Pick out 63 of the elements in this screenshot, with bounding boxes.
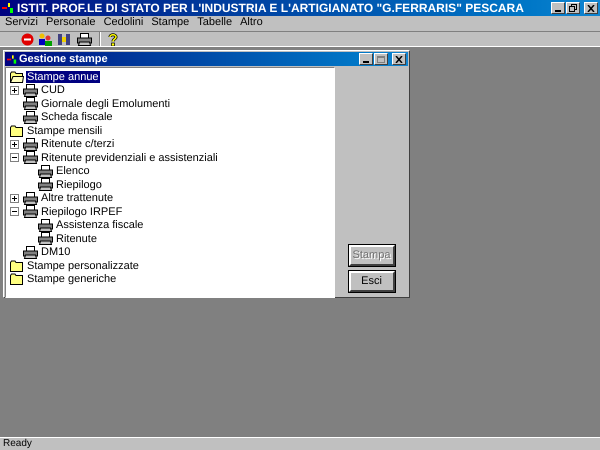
printer-icon: [38, 178, 53, 192]
minimize-button[interactable]: [359, 53, 373, 65]
collapse-icon[interactable]: [10, 153, 19, 162]
open-folder-icon: [10, 70, 24, 83]
minimize-button[interactable]: [551, 2, 565, 14]
printer-icon: [23, 97, 38, 110]
folder-icon: [10, 124, 24, 137]
printer-icon: [38, 164, 53, 178]
close-button[interactable]: [392, 53, 406, 65]
window-title: Gestione stampe: [19, 52, 109, 67]
tree-item[interactable]: Ritenute c/terzi: [40, 138, 116, 150]
tree-item[interactable]: Stampe personalizzate: [26, 260, 140, 272]
maximize-button[interactable]: [374, 53, 388, 65]
expand-icon[interactable]: [10, 194, 19, 203]
tree-item[interactable]: Altre trattenute: [40, 192, 114, 204]
stop-icon[interactable]: [21, 32, 34, 46]
menu-item[interactable]: Tabelle: [197, 17, 232, 28]
folder-icon: [10, 273, 24, 286]
action-button[interactable]: Esci: [348, 271, 394, 292]
printer-icon: [38, 218, 53, 232]
printer-icon: [23, 138, 38, 151]
people-icon[interactable]: [38, 32, 53, 46]
tree-item[interactable]: Ritenute: [55, 232, 98, 245]
tree-item[interactable]: Stampe generiche: [26, 273, 118, 286]
help-icon[interactable]: [108, 32, 118, 46]
tree-item[interactable]: Stampe mensili: [26, 124, 104, 137]
close-icon: [587, 4, 595, 12]
folder-icon: [10, 260, 24, 272]
tree-item[interactable]: Elenco: [55, 165, 91, 178]
printer-icon: [23, 151, 38, 164]
expand-icon[interactable]: [10, 140, 19, 149]
printer-icon: [23, 110, 38, 124]
printer-icon: [23, 192, 38, 205]
expand-icon[interactable]: [10, 86, 19, 95]
restore-button[interactable]: [566, 2, 580, 14]
tree-item[interactable]: DM10: [40, 246, 72, 258]
tree-item[interactable]: Assistenza fiscale: [55, 219, 144, 232]
printer-icon: [23, 246, 38, 259]
close-icon: [395, 56, 403, 62]
tree-item[interactable]: Riepilogo: [55, 178, 103, 191]
menu-item[interactable]: Servizi: [5, 17, 38, 28]
menu-item[interactable]: Personale: [46, 17, 96, 28]
tree-item[interactable]: Stampe annue: [26, 70, 100, 83]
printer-icon: [23, 205, 38, 218]
menu-item[interactable]: Stampe: [151, 17, 190, 28]
close-button[interactable]: [584, 2, 598, 14]
collapse-icon[interactable]: [10, 207, 19, 216]
printer-icon: [38, 232, 53, 246]
app-icon: [2, 3, 14, 13]
menu-item[interactable]: Cedolini: [104, 17, 144, 28]
restore-icon: [569, 4, 577, 12]
tree-item[interactable]: Scheda fiscale: [40, 111, 114, 124]
tree-item[interactable]: Giornale degli Emolumenti: [40, 98, 172, 110]
printer-icon[interactable]: [77, 32, 92, 46]
window-title: ISTIT. PROF.LE DI STATO PER L'INDUSTRIA E L'ARTIGIANATO "G.FERRARIS" PESCARA: [17, 0, 525, 17]
printer-icon: [23, 84, 38, 97]
tree-item[interactable]: Riepilogo IRPEF: [40, 206, 124, 218]
status-text: Ready: [3, 439, 32, 449]
app-icon: [7, 54, 17, 64]
tree-item[interactable]: Ritenute previdenziali e assistenziali: [40, 152, 219, 164]
tree-item[interactable]: CUD: [40, 84, 66, 96]
figures-icon[interactable]: [57, 32, 71, 46]
menu-item[interactable]: Altro: [240, 17, 263, 28]
